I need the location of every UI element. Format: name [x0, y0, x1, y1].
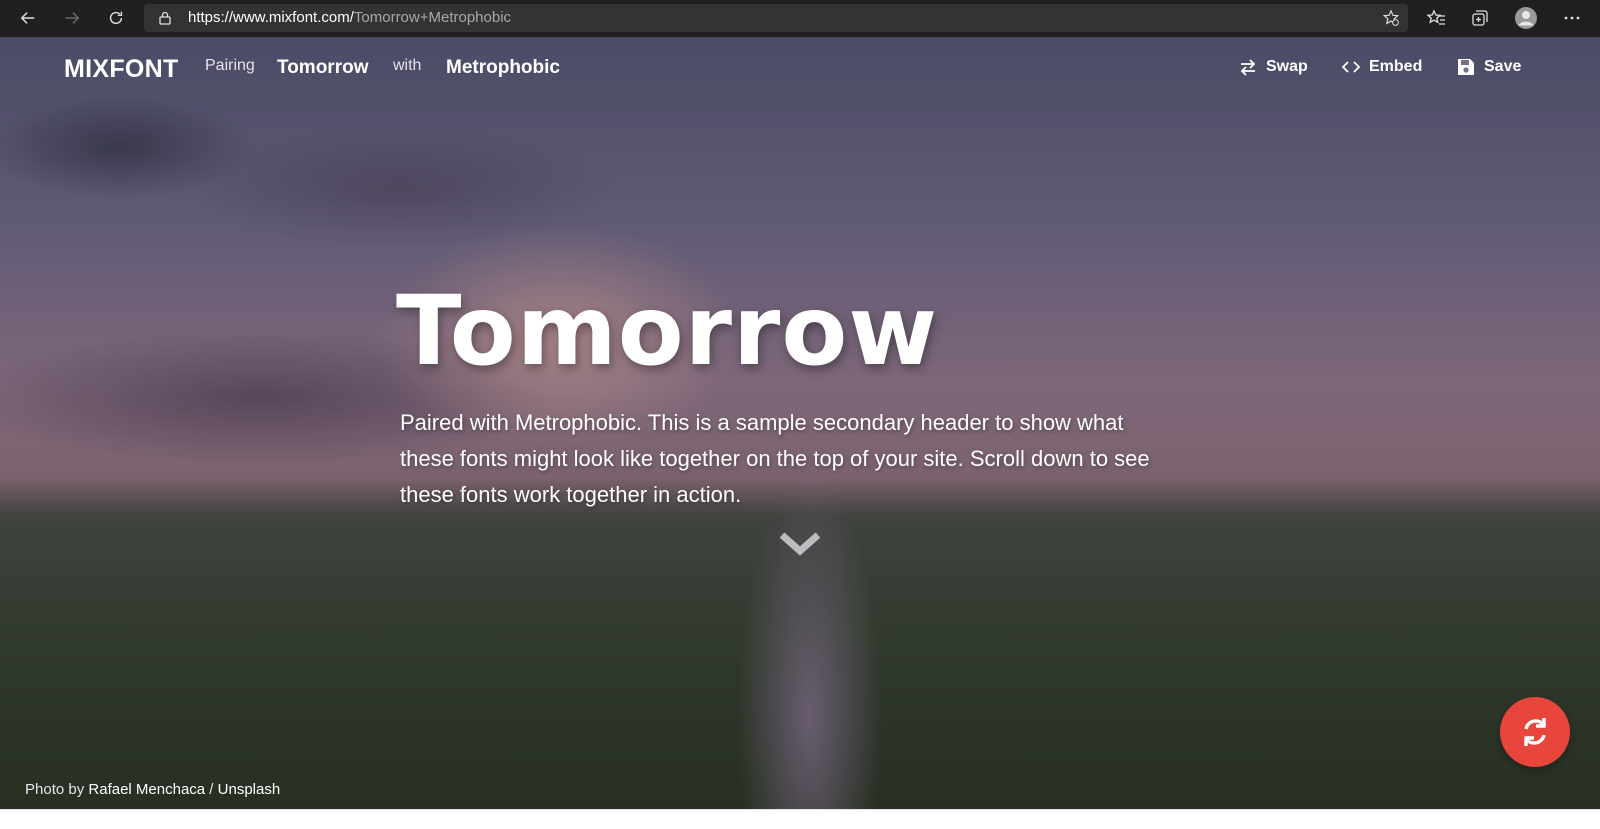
page-content-edge: [0, 809, 1600, 829]
profile-icon[interactable]: [1514, 6, 1538, 30]
favorites-icon[interactable]: [1426, 8, 1446, 28]
credit-source-link[interactable]: Unsplash: [218, 781, 281, 798]
lock-icon: [159, 11, 171, 25]
credit-separator: /: [205, 781, 218, 798]
hero-title: Tomorrow: [396, 275, 938, 387]
photo-credit: Photo by Rafael Menchaca / Unsplash: [25, 781, 280, 798]
refresh-arrows-icon: [1524, 718, 1546, 746]
with-label: with: [393, 57, 422, 74]
credit-prefix: Photo by: [25, 781, 89, 798]
back-button[interactable]: [14, 4, 42, 32]
forward-button[interactable]: [58, 4, 86, 32]
url-text: https://www.mixfont.com/Tomorrow+Metroph…: [188, 9, 511, 26]
swap-button[interactable]: Swap: [1238, 57, 1308, 77]
save-label: Save: [1484, 58, 1522, 75]
swap-icon: [1240, 59, 1256, 76]
forward-icon: [65, 12, 80, 24]
scroll-down-chevron-icon[interactable]: [779, 530, 821, 558]
mixfont-logo[interactable]: MIXFONT: [64, 55, 179, 84]
save-button[interactable]: Save: [1456, 57, 1521, 77]
address-bar[interactable]: https://www.mixfont.com/Tomorrow+Metroph…: [144, 4, 1408, 32]
embed-label: Embed: [1369, 58, 1423, 75]
browser-toolbar: https://www.mixfont.com/Tomorrow+Metroph…: [0, 0, 1600, 37]
url-host: https://www.mixfont.com/: [188, 9, 354, 26]
url-path: Tomorrow+Metrophobic: [353, 9, 512, 26]
collections-icon[interactable]: [1470, 8, 1490, 28]
credit-author-link[interactable]: Rafael Menchaca: [88, 781, 205, 798]
floppy-disk-icon: [1458, 59, 1474, 75]
hero-section: MIXFONT Pairing Tomorrow with Metrophobi…: [0, 37, 1600, 809]
embed-button[interactable]: Embed: [1341, 57, 1422, 77]
shuffle-pairing-button[interactable]: [1500, 697, 1570, 767]
swap-label: Swap: [1266, 58, 1308, 75]
hero-subtitle: Paired with Metrophobic. This is a sampl…: [400, 410, 1150, 507]
add-favorite-icon[interactable]: [1382, 9, 1400, 27]
primary-font-link[interactable]: Tomorrow: [277, 57, 368, 79]
more-icon[interactable]: [1562, 8, 1582, 28]
code-icon: [1341, 61, 1361, 73]
refresh-icon: [109, 11, 123, 25]
secondary-font-link[interactable]: Metrophobic: [446, 57, 560, 79]
back-icon: [20, 12, 35, 24]
pairing-label: Pairing: [205, 57, 255, 74]
refresh-button[interactable]: [102, 4, 130, 32]
